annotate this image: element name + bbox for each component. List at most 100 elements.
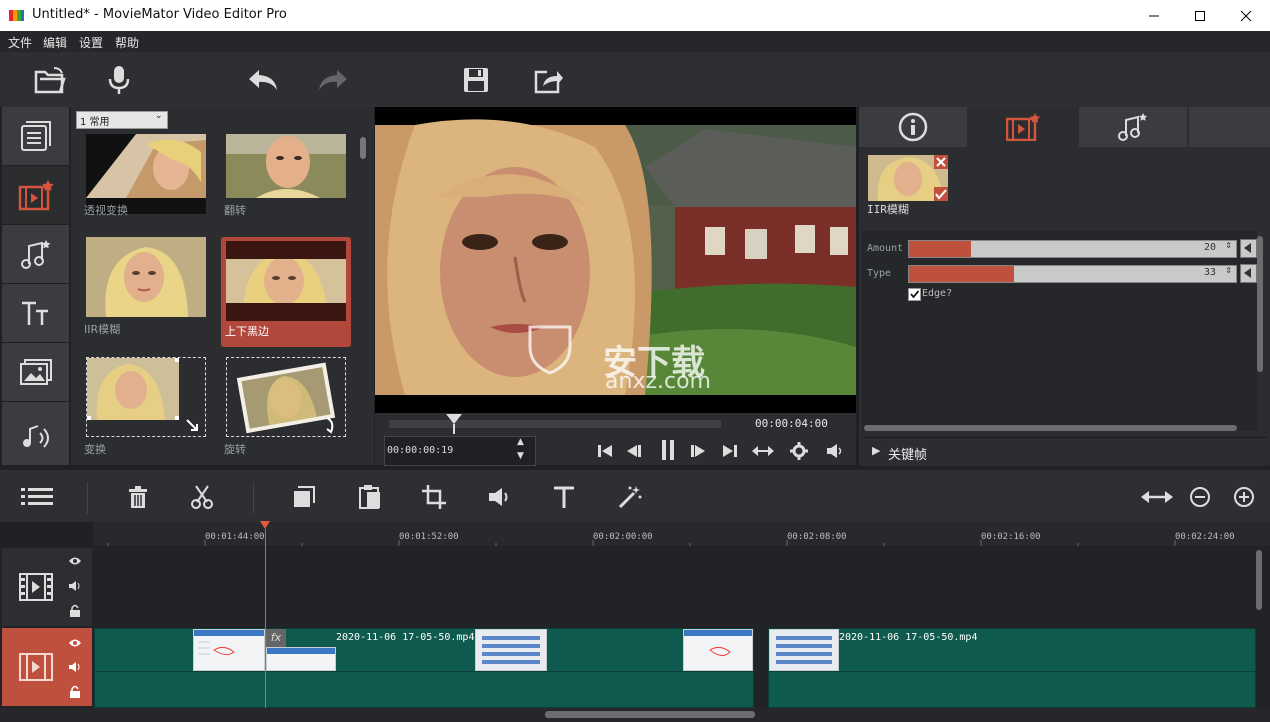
toolbar-divider [253,482,254,514]
filter-item-flip[interactable]: 翻转 [222,134,350,242]
tab-empty [1189,107,1270,147]
playhead-line[interactable] [265,529,266,709]
tab-audio-effects[interactable] [2,402,69,466]
menu-settings[interactable]: 设置 [79,34,103,51]
menu-file[interactable]: 文件 [8,34,32,51]
delete-icon[interactable] [125,484,151,510]
video-track-1 [0,547,1270,627]
filter-item-rotate[interactable]: 旋转 [222,357,350,465]
filter-item-letterbox[interactable]: 上下黑边 [221,237,351,347]
fx-badge[interactable]: fx [266,629,286,647]
param-label-amount: Amount [867,243,904,254]
skip-to-end-icon[interactable] [718,440,742,462]
magic-wand-icon[interactable] [617,484,643,510]
gear-icon[interactable] [787,440,811,462]
remove-filter-icon[interactable] [934,155,948,169]
filter-enabled-check-icon[interactable] [934,187,948,201]
previous-frame-icon[interactable] [622,440,646,462]
amount-spin-icon[interactable]: ⇕ [1225,241,1232,250]
eye-icon[interactable] [68,638,82,648]
timeline-vertical-scrollbar[interactable] [1256,550,1262,610]
filter-category-select[interactable]: 1 常用 ⌄ [76,111,168,129]
filter-item-transform[interactable]: 变换 [82,357,210,465]
amount-slider[interactable]: 20 ⇕ [908,240,1237,258]
watermark-subtext: anxz.com [605,369,711,394]
paste-icon[interactable] [357,484,383,510]
time-down-arrow-icon[interactable]: ▼ [517,451,524,461]
add-text-icon[interactable] [551,484,577,510]
volume-icon[interactable] [823,440,847,462]
tab-picture-in-picture[interactable] [2,343,69,402]
zoom-in-icon[interactable] [1231,484,1257,510]
type-slider-fill [909,266,1014,282]
tab-audio-filters[interactable] [2,225,69,284]
applied-filter-thumbnail[interactable] [868,155,948,201]
menu-help[interactable]: 帮助 [115,34,139,51]
skip-to-start-icon[interactable] [593,440,617,462]
close-button[interactable] [1223,0,1269,31]
video-preview[interactable]: 安下载 anxz.com [375,107,856,413]
microphone-icon[interactable] [101,62,137,98]
undo-icon[interactable] [245,62,281,98]
track-2-header [2,628,92,706]
pause-icon[interactable] [656,437,680,463]
tab-video-filters[interactable] [2,166,69,225]
crop-icon[interactable] [421,484,447,510]
redo-icon[interactable] [315,62,351,98]
type-slider[interactable]: 33 ⇕ [908,265,1237,283]
zoom-out-icon[interactable] [1187,484,1213,510]
tab-playlist[interactable] [2,107,69,166]
clip-filename: 2020-11-06 17-05-50.mp4 [336,632,475,643]
scrubber-handle-icon[interactable] [446,414,462,434]
speaker-icon[interactable] [68,580,82,592]
speaker-icon[interactable] [68,661,82,673]
tab-audio-filter-properties[interactable] [1079,107,1187,147]
filter-thumbnail [226,357,346,437]
params-horizontal-scrollbar[interactable] [864,425,1237,431]
edge-checkbox-label: Edge? [922,288,953,299]
filter-item-perspective[interactable]: 透视变换 [82,134,210,242]
filter-scrollbar[interactable] [360,137,366,159]
maximize-button[interactable] [1177,0,1223,31]
film-icon [19,653,53,681]
app-logo-icon [9,8,24,23]
audio-volume-icon[interactable] [487,484,513,510]
open-folder-icon[interactable] [32,62,68,98]
playback-scrubber[interactable] [389,420,721,428]
lock-icon[interactable] [69,604,81,617]
keyframes-header[interactable]: ▶ 关键帧 [862,437,1267,466]
minimize-button[interactable] [1131,0,1177,31]
window-title: Untitled* - MovieMator Video Editor Pro [32,7,287,22]
params-vertical-scrollbar[interactable] [1257,236,1263,372]
eye-icon[interactable] [68,556,82,566]
tab-info[interactable] [859,107,967,147]
time-up-arrow-icon[interactable]: ▲ [517,437,524,447]
tab-text[interactable] [2,284,69,343]
current-time-field[interactable]: 00:00:00:19 ▲ ▼ [384,436,536,466]
cut-scissors-icon[interactable] [189,484,215,510]
timeline-menu-icon[interactable] [20,484,54,510]
copy-icon[interactable] [291,484,317,510]
timeline-horizontal-scrollbar[interactable] [545,711,755,718]
tab-video-filter-properties[interactable] [969,107,1077,147]
timeline-clip-2[interactable]: 2020-11-06 17-05-50.mp4 [768,628,1256,708]
type-spin-icon[interactable]: ⇕ [1225,266,1232,275]
save-icon[interactable] [458,62,494,98]
amount-keyframe-button[interactable] [1240,239,1257,258]
fit-width-icon[interactable] [751,440,775,462]
left-tab-column [0,107,71,466]
filter-params-area [862,231,1257,431]
filter-label: 翻转 [224,204,246,217]
menu-edit[interactable]: 编辑 [43,34,67,51]
menu-bar: 文件 编辑 设置 帮助 [0,31,1270,52]
next-frame-icon[interactable] [686,440,710,462]
type-keyframe-button[interactable] [1240,264,1257,283]
edge-checkbox[interactable] [908,288,921,301]
fit-timeline-icon[interactable] [1140,484,1174,510]
export-icon[interactable] [530,62,566,98]
clip-thumbnail [193,629,265,671]
filter-item-iir-blur[interactable]: IIR模糊 [82,237,210,345]
lock-icon[interactable] [69,685,81,698]
filter-thumbnail [226,241,346,321]
timeline-clip-1[interactable]: fx 2020-11-06 17-05-50.mp4 [94,628,754,708]
